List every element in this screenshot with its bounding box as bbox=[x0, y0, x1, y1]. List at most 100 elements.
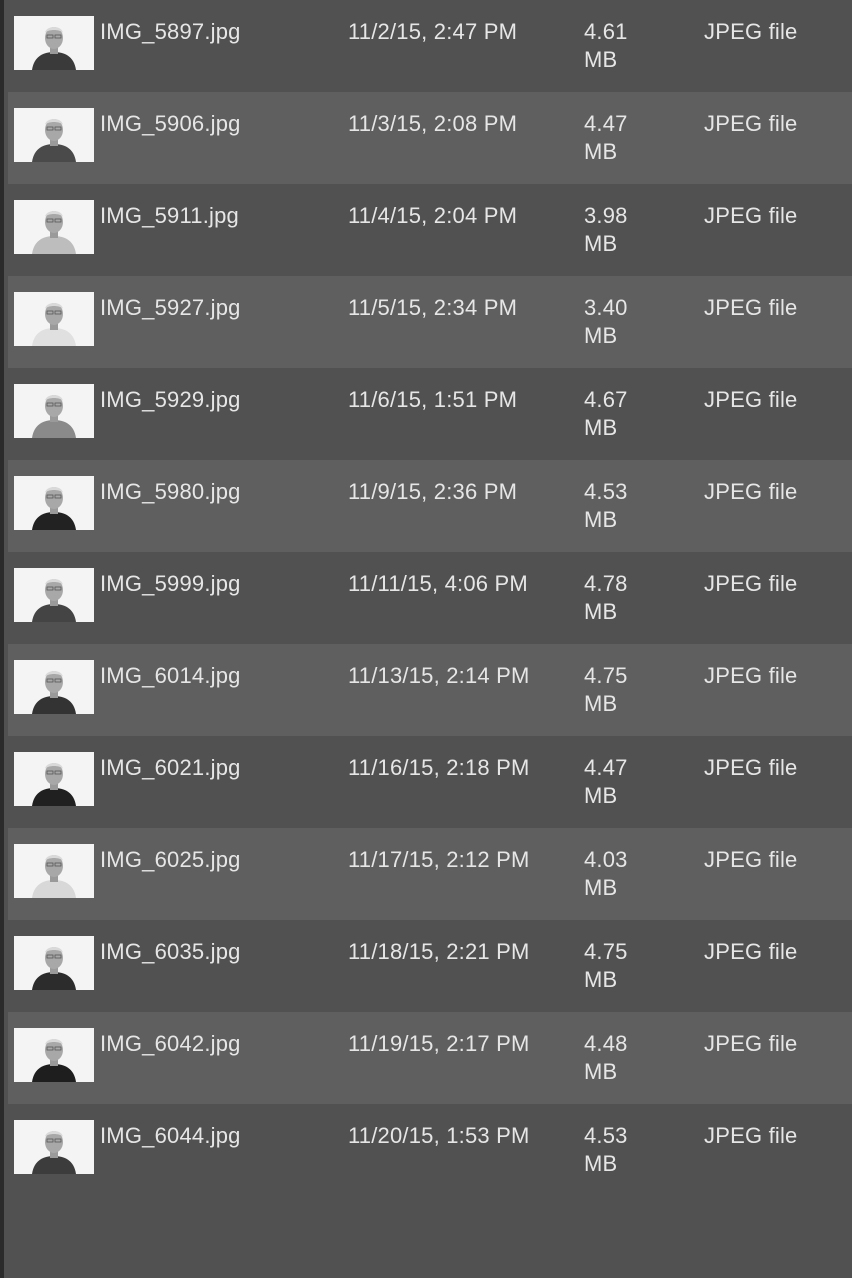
file-size-value: 4.47 bbox=[584, 111, 628, 136]
file-kind: JPEG file bbox=[704, 387, 798, 412]
file-row[interactable]: IMG_6021.jpg 11/16/15, 2:18 PM 4.47 MB JPEG … bbox=[8, 736, 852, 828]
file-date-modified: 11/20/15, 1:53 PM bbox=[348, 1123, 530, 1148]
file-kind: JPEG file bbox=[704, 939, 798, 964]
file-kind: JPEG file bbox=[704, 847, 798, 872]
file-row[interactable]: IMG_5980.jpg 11/9/15, 2:36 PM 4.53 MB JPEG f… bbox=[8, 460, 852, 552]
file-kind: JPEG file bbox=[704, 663, 798, 688]
file-size-unit: MB bbox=[584, 323, 618, 348]
photo-thumbnail-icon bbox=[14, 200, 94, 254]
file-row[interactable]: IMG_5911.jpg 11/4/15, 2:04 PM 3.98 MB JPEG f… bbox=[8, 184, 852, 276]
file-size-unit: MB bbox=[584, 1151, 618, 1176]
file-kind: JPEG file bbox=[704, 295, 798, 320]
photo-thumbnail-icon bbox=[14, 108, 94, 162]
photo-thumbnail-icon bbox=[14, 752, 94, 806]
file-size: 4.47 MB bbox=[584, 110, 644, 166]
file-size-value: 4.53 bbox=[584, 479, 628, 504]
file-date-modified: 11/2/15, 2:47 PM bbox=[348, 19, 518, 44]
file-size-unit: MB bbox=[584, 507, 618, 532]
file-size-unit: MB bbox=[584, 415, 618, 440]
file-name: IMG_5911.jpg bbox=[100, 203, 239, 228]
file-size: 4.47 MB bbox=[584, 754, 644, 810]
file-name: IMG_5897.jpg bbox=[100, 19, 241, 44]
file-date-modified: 11/18/15, 2:21 PM bbox=[348, 939, 530, 964]
file-size-value: 4.78 bbox=[584, 571, 628, 596]
file-size: 3.98 MB bbox=[584, 202, 644, 258]
file-kind: JPEG file bbox=[704, 203, 798, 228]
file-size-unit: MB bbox=[584, 967, 618, 992]
file-name: IMG_6035.jpg bbox=[100, 939, 241, 964]
file-size-unit: MB bbox=[584, 1059, 618, 1084]
file-date-modified: 11/19/15, 2:17 PM bbox=[348, 1031, 530, 1056]
file-date-modified: 11/4/15, 2:04 PM bbox=[348, 203, 518, 228]
file-size: 4.75 MB bbox=[584, 938, 644, 994]
file-kind: JPEG file bbox=[704, 19, 798, 44]
file-row[interactable]: IMG_5929.jpg 11/6/15, 1:51 PM 4.67 MB JPEG f… bbox=[8, 368, 852, 460]
file-row[interactable]: IMG_5897.jpg 11/2/15, 2:47 PM 4.61 MB JPEG f… bbox=[8, 0, 852, 92]
file-row[interactable]: IMG_6035.jpg 11/18/15, 2:21 PM 4.75 MB JPEG … bbox=[8, 920, 852, 1012]
file-name: IMG_6025.jpg bbox=[100, 847, 241, 872]
file-size: 4.53 MB bbox=[584, 478, 644, 534]
file-date-modified: 11/16/15, 2:18 PM bbox=[348, 755, 530, 780]
file-row[interactable]: IMG_5999.jpg 11/11/15, 4:06 PM 4.78 MB JPEG … bbox=[8, 552, 852, 644]
photo-thumbnail-icon bbox=[14, 1120, 94, 1174]
file-name: IMG_6014.jpg bbox=[100, 663, 241, 688]
file-size-unit: MB bbox=[584, 139, 618, 164]
file-kind: JPEG file bbox=[704, 479, 798, 504]
file-name: IMG_6044.jpg bbox=[100, 1123, 241, 1148]
file-size-value: 4.53 bbox=[584, 1123, 628, 1148]
file-size-value: 3.98 bbox=[584, 203, 628, 228]
file-size-value: 4.03 bbox=[584, 847, 628, 872]
file-size-unit: MB bbox=[584, 599, 618, 624]
file-size: 4.67 MB bbox=[584, 386, 644, 442]
photo-thumbnail-icon bbox=[14, 844, 94, 898]
file-size-value: 4.67 bbox=[584, 387, 628, 412]
file-kind: JPEG file bbox=[704, 1031, 798, 1056]
file-name: IMG_5999.jpg bbox=[100, 571, 241, 596]
file-size-unit: MB bbox=[584, 783, 618, 808]
photo-thumbnail-icon bbox=[14, 1028, 94, 1082]
file-name: IMG_6021.jpg bbox=[100, 755, 241, 780]
photo-thumbnail-icon bbox=[14, 936, 94, 990]
file-size-unit: MB bbox=[584, 231, 618, 256]
file-kind: JPEG file bbox=[704, 755, 798, 780]
file-size-unit: MB bbox=[584, 691, 618, 716]
photo-thumbnail-icon bbox=[14, 476, 94, 530]
file-size: 4.61 MB bbox=[584, 18, 644, 74]
file-date-modified: 11/13/15, 2:14 PM bbox=[348, 663, 530, 688]
file-row[interactable]: IMG_6025.jpg 11/17/15, 2:12 PM 4.03 MB JPEG … bbox=[8, 828, 852, 920]
file-size-value: 4.47 bbox=[584, 755, 628, 780]
file-row[interactable]: IMG_6014.jpg 11/13/15, 2:14 PM 4.75 MB JPEG … bbox=[8, 644, 852, 736]
file-name: IMG_6042.jpg bbox=[100, 1031, 241, 1056]
photo-thumbnail-icon bbox=[14, 16, 94, 70]
file-row[interactable]: IMG_6044.jpg 11/20/15, 1:53 PM 4.53 MB JPEG … bbox=[8, 1104, 852, 1196]
file-date-modified: 11/5/15, 2:34 PM bbox=[348, 295, 518, 320]
file-size-unit: MB bbox=[584, 47, 618, 72]
photo-thumbnail-icon bbox=[14, 384, 94, 438]
photo-thumbnail-icon bbox=[14, 292, 94, 346]
file-date-modified: 11/17/15, 2:12 PM bbox=[348, 847, 530, 872]
file-size: 4.48 MB bbox=[584, 1030, 644, 1086]
file-size-value: 4.75 bbox=[584, 939, 628, 964]
file-date-modified: 11/9/15, 2:36 PM bbox=[348, 479, 518, 504]
file-size-value: 3.40 bbox=[584, 295, 628, 320]
photo-thumbnail-icon bbox=[14, 660, 94, 714]
file-row[interactable]: IMG_5906.jpg 11/3/15, 2:08 PM 4.47 MB JPEG f… bbox=[8, 92, 852, 184]
file-name: IMG_5980.jpg bbox=[100, 479, 241, 504]
file-kind: JPEG file bbox=[704, 111, 798, 136]
file-name: IMG_5927.jpg bbox=[100, 295, 241, 320]
file-list: IMG_5897.jpg 11/2/15, 2:47 PM 4.61 MB JPEG f… bbox=[0, 0, 852, 1278]
file-row[interactable]: IMG_5927.jpg 11/5/15, 2:34 PM 3.40 MB JPEG f… bbox=[8, 276, 852, 368]
file-size-value: 4.75 bbox=[584, 663, 628, 688]
file-kind: JPEG file bbox=[704, 1123, 798, 1148]
photo-thumbnail-icon bbox=[14, 568, 94, 622]
file-name: IMG_5929.jpg bbox=[100, 387, 241, 412]
file-size: 3.40 MB bbox=[584, 294, 644, 350]
file-size: 4.53 MB bbox=[584, 1122, 644, 1178]
file-row[interactable]: IMG_6042.jpg 11/19/15, 2:17 PM 4.48 MB JPEG … bbox=[8, 1012, 852, 1104]
file-size-value: 4.61 bbox=[584, 19, 628, 44]
file-size: 4.78 MB bbox=[584, 570, 644, 626]
file-date-modified: 11/11/15, 4:06 PM bbox=[348, 571, 528, 596]
file-name: IMG_5906.jpg bbox=[100, 111, 241, 136]
file-kind: JPEG file bbox=[704, 571, 798, 596]
file-date-modified: 11/6/15, 1:51 PM bbox=[348, 387, 518, 412]
